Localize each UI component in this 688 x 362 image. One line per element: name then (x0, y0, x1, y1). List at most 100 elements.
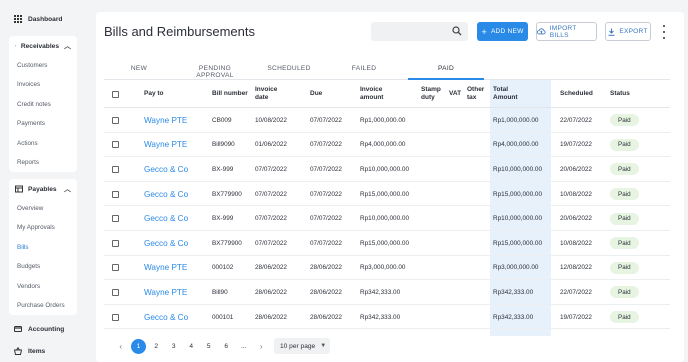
total-amount-cell: Rp15,000,000.00 (493, 239, 543, 247)
row-checkbox[interactable] (112, 280, 119, 305)
invoice-amount-cell: Rp4,000,000.00 (360, 141, 406, 149)
row-checkbox[interactable] (112, 206, 119, 231)
row-checkbox[interactable] (112, 305, 119, 330)
sidebar-item-customers[interactable]: Customers (9, 56, 77, 75)
status-cell: Paid (610, 305, 639, 330)
scheduled-date-cell: 19/07/2022 (560, 313, 592, 321)
next-page-button[interactable]: › (253, 342, 271, 351)
page-1-button[interactable]: 1 (131, 338, 146, 354)
sidebar-item-payments[interactable]: Payments (9, 114, 77, 133)
status-cell: Paid (610, 182, 639, 207)
scheduled-date-cell: 22/07/2022 (560, 288, 592, 296)
table-row[interactable]: Gecco & Co BX-999 07/07/2022 07/07/2022 Rp10… (104, 157, 670, 182)
row-checkbox[interactable] (112, 108, 119, 133)
row-checkbox[interactable] (112, 157, 119, 182)
bill-number-cell: BX779900 (212, 239, 242, 247)
import-bills-button[interactable]: IMPORT BILLS (536, 22, 597, 41)
table-row[interactable]: Gecco & Co BX779900 07/07/2022 07/07/2022 Rp… (104, 231, 670, 256)
row-checkbox[interactable] (112, 231, 119, 256)
page-4-button[interactable]: 4 (183, 343, 201, 350)
total-amount-cell: Rp10,000,000.00 (493, 215, 543, 223)
sidebar-item-items[interactable]: Items (14, 347, 45, 355)
prev-page-button[interactable]: ‹ (112, 342, 130, 351)
tab-failed[interactable]: FAILED (344, 65, 384, 72)
status-cell: Paid (610, 256, 639, 281)
tab-pending-approval[interactable]: PENDING APPROVAL (182, 65, 248, 79)
pay-to-link[interactable]: Gecco & Co (144, 182, 188, 207)
invoice-amount-cell: Rp15,000,000.00 (360, 190, 410, 198)
page-2-button[interactable]: 2 (148, 343, 166, 350)
status-cell: Paid (610, 157, 639, 182)
sidebar-item-purchase-orders[interactable]: Purchase Orders (9, 296, 77, 315)
col-pay-to: Pay to (144, 90, 164, 97)
sidebar-item-budgets[interactable]: Budgets (9, 257, 77, 276)
invoice-amount-cell: Rp10,000,000.00 (360, 215, 410, 223)
tab-new[interactable]: NEW (124, 65, 154, 72)
tab-paid[interactable]: PAID (426, 65, 466, 72)
pay-to-link[interactable]: Wayne PTE (144, 108, 187, 133)
sidebar-item-dashboard[interactable]: Dashboard (14, 15, 62, 23)
add-new-button[interactable]: + ADD NEW (477, 22, 528, 41)
pay-to-link[interactable]: Gecco & Co (144, 305, 188, 330)
payables-toggle[interactable]: Payables ︿ (9, 179, 77, 199)
due-date-cell: 07/07/2022 (310, 141, 342, 149)
sidebar-item-invoices[interactable]: Invoices (9, 75, 77, 94)
export-button[interactable]: EXPORT (605, 22, 651, 41)
status-badge: Paid (610, 237, 639, 250)
status-cell: Paid (610, 231, 639, 256)
row-checkbox[interactable] (112, 133, 119, 158)
pay-to-link[interactable]: Gecco & Co (144, 206, 188, 231)
col-scheduled: Scheduled (560, 90, 593, 97)
invoice-date-cell: 28/06/2022 (255, 313, 287, 321)
sidebar-item-reports[interactable]: Reports (9, 153, 77, 172)
sidebar-item-overview[interactable]: Overview (9, 199, 77, 218)
row-checkbox[interactable] (112, 256, 119, 281)
search-input[interactable] (371, 22, 468, 41)
due-date-cell: 28/06/2022 (310, 288, 342, 296)
credit-card-icon (14, 326, 22, 332)
sidebar-item-bills[interactable]: Bills (9, 238, 77, 257)
total-amount-cell: Rp10,000,000.00 (493, 165, 543, 173)
per-page-select[interactable]: 10 per page ▼ (274, 338, 330, 354)
status-cell: Paid (610, 280, 639, 305)
total-amount-cell: Rp342,333.00 (493, 313, 534, 321)
invoice-amount-cell: Rp3,000,000.00 (360, 264, 406, 272)
due-date-cell: 28/06/2022 (310, 313, 342, 321)
table-row[interactable]: Wayne PTE Bill9090 01/06/2022 07/07/2022 Rp4… (104, 133, 670, 158)
table-row[interactable]: Wayne PTE Bill90 28/06/2022 28/06/2022 Rp342… (104, 280, 670, 305)
pay-to-link[interactable]: Wayne PTE (144, 280, 187, 305)
page-5-button[interactable]: 5 (200, 343, 218, 350)
page-3-button[interactable]: 3 (165, 343, 183, 350)
scheduled-date-cell: 12/08/2022 (560, 264, 592, 272)
sidebar-item-label: Accounting (28, 325, 65, 333)
table-body: Wayne PTE CB009 10/08/2022 07/07/2022 Rp1,00… (104, 108, 670, 330)
pay-to-link[interactable]: Wayne PTE (144, 256, 187, 281)
select-all-checkbox[interactable] (112, 80, 119, 108)
sidebar-item-accounting[interactable]: Accounting (14, 325, 64, 333)
receivables-toggle[interactable]: Receivables ︿ (9, 36, 77, 56)
sidebar-item-actions[interactable]: Actions (9, 134, 77, 153)
row-checkbox[interactable] (112, 182, 119, 207)
table-row[interactable]: Gecco & Co BX779900 07/07/2022 07/07/2022 Rp… (104, 182, 670, 207)
table-row[interactable]: Wayne PTE 000102 28/06/2022 28/06/2022 Rp3,0… (104, 256, 670, 281)
bill-number-cell: BX-999 (212, 165, 234, 173)
sidebar-item-vendors[interactable]: Vendors (9, 277, 77, 296)
scheduled-date-cell: 19/07/2022 (560, 141, 592, 149)
pay-to-link[interactable]: Gecco & Co (144, 157, 188, 182)
page-6-button[interactable]: 6 (218, 343, 236, 350)
sidebar-item-my-approvals[interactable]: My Approvals (9, 218, 77, 237)
basket-icon (14, 347, 22, 355)
more-options-icon[interactable] (662, 25, 666, 39)
pay-to-link[interactable]: Gecco & Co (144, 231, 188, 256)
total-amount-cell: Rp4,000,000.00 (493, 141, 539, 149)
status-badge: Paid (610, 188, 639, 201)
table-row[interactable]: Gecco & Co 000101 28/06/2022 28/06/2022 Rp34… (104, 305, 670, 330)
bill-number-cell: 000101 (212, 313, 234, 321)
status-badge: Paid (610, 114, 639, 127)
status-badge: Paid (610, 286, 639, 299)
table-row[interactable]: Gecco & Co BX-999 07/07/2022 07/07/2022 Rp10… (104, 206, 670, 231)
sidebar-item-credit-notes[interactable]: Credit notes (9, 95, 77, 114)
tab-scheduled[interactable]: SCHEDULED (264, 65, 314, 72)
table-row[interactable]: Wayne PTE CB009 10/08/2022 07/07/2022 Rp1,00… (104, 108, 670, 133)
pay-to-link[interactable]: Wayne PTE (144, 133, 187, 158)
